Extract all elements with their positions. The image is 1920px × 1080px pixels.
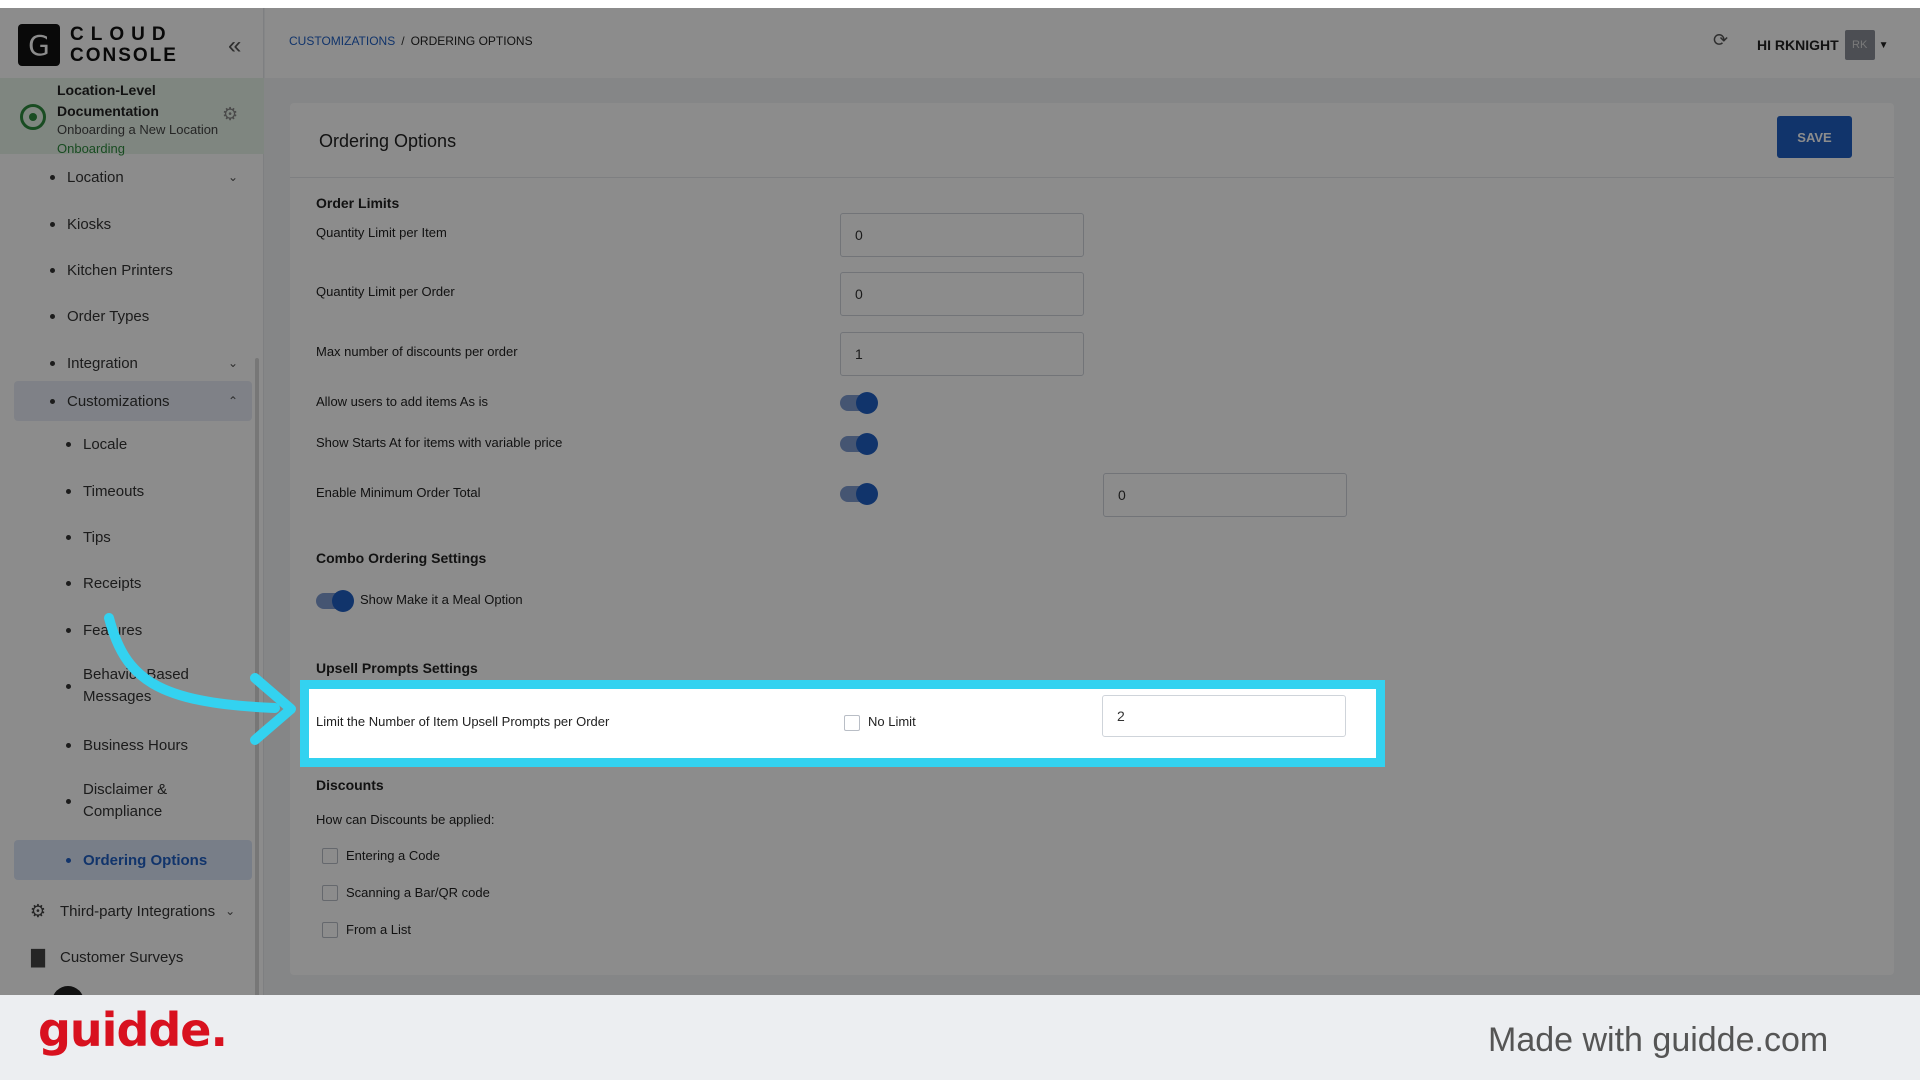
min-total-label: Enable Minimum Order Total — [316, 485, 481, 500]
discount-scan-label: Scanning a Bar/QR code — [346, 885, 490, 900]
top-header: CUSTOMIZATIONS / ORDERING OPTIONS ⟳ HI R… — [265, 8, 1920, 78]
divider — [290, 177, 1894, 178]
avatar[interactable] — [52, 986, 84, 995]
chevron-down-icon: ⌄ — [227, 356, 238, 370]
max-discounts-input[interactable] — [840, 332, 1084, 376]
logo-line-1: CLOUD — [70, 24, 173, 45]
sidebar: G CLOUD CONSOLE « Location-Level Documen… — [0, 8, 264, 995]
location-subtitle: Onboarding a New Location — [57, 122, 219, 137]
app-window: G CLOUD CONSOLE « Location-Level Documen… — [0, 8, 1920, 995]
sidebar-subitem-disclaimer[interactable]: Disclaimer & Compliance — [14, 775, 252, 827]
sidebar-subitem-features[interactable]: Features — [14, 610, 252, 650]
top-strip — [0, 0, 1920, 8]
breadcrumb: CUSTOMIZATIONS / ORDERING OPTIONS — [289, 34, 533, 48]
sidebar-subitem-locale[interactable]: Locale — [14, 424, 252, 464]
discount-list-label: From a List — [346, 922, 412, 937]
sidebar-item-third-party[interactable]: ⚙ Third-party Integrations ⌄ — [28, 896, 235, 926]
guidde-logo: guidde. — [38, 1003, 228, 1057]
logo[interactable]: G CLOUD CONSOLE — [18, 24, 178, 66]
discount-code-checkbox[interactable] — [322, 848, 338, 864]
save-button[interactable]: SAVE — [1777, 116, 1852, 158]
no-limit-checkbox[interactable] — [844, 715, 860, 731]
qty-item-input[interactable] — [840, 213, 1084, 257]
allow-as-is-label: Allow users to add items As is — [316, 394, 488, 409]
discounts-question: How can Discounts be applied: — [316, 812, 495, 827]
sidebar-item-order-types[interactable]: Order Types — [14, 296, 252, 336]
logo-line-2: CONSOLE — [70, 45, 178, 66]
upsell-limit-input[interactable] — [1102, 695, 1346, 737]
qty-order-label: Quantity Limit per Order — [316, 284, 455, 299]
sidebar-item-customer-surveys[interactable]: ▇ Customer Surveys — [28, 942, 183, 972]
upsell-limit-label: Limit the Number of Item Upsell Prompts … — [316, 714, 610, 729]
sidebar-subitem-behavior-messages[interactable]: Behavior Based Messages — [14, 660, 252, 712]
qty-item-label: Quantity Limit per Item — [316, 225, 447, 240]
footer-bar: guidde. Made with guidde.com — [0, 995, 1920, 1080]
sidebar-subitem-timeouts[interactable]: Timeouts — [14, 471, 252, 511]
chevron-up-icon: ⌃ — [227, 394, 238, 408]
sidebar-item-integration[interactable]: Integration ⌄ — [14, 343, 252, 383]
sidebar-item-kitchen-printers[interactable]: Kitchen Printers — [14, 250, 252, 290]
allow-as-is-toggle[interactable] — [840, 392, 878, 414]
made-with-text: Made with guidde.com — [1488, 1021, 1829, 1059]
breadcrumb-customizations[interactable]: CUSTOMIZATIONS — [289, 34, 395, 48]
ordering-options-card: Ordering Options SAVE Order Limits Quant… — [290, 103, 1894, 975]
max-discounts-label: Max number of discounts per order — [316, 344, 518, 359]
refresh-icon[interactable]: ⟳ — [1713, 30, 1728, 51]
section-discounts: Discounts — [316, 777, 384, 793]
location-status: Onboarding — [57, 141, 125, 156]
sidebar-subitem-receipts[interactable]: Receipts — [14, 563, 252, 603]
sidebar-item-kiosks[interactable]: Kiosks — [14, 204, 252, 244]
section-combo: Combo Ordering Settings — [316, 550, 487, 566]
sidebar-scrollbar[interactable] — [255, 358, 259, 995]
sidebar-subitem-tips[interactable]: Tips — [14, 517, 252, 557]
chevron-down-icon: ⌄ — [225, 904, 236, 918]
avatar: RK — [1844, 30, 1875, 60]
breadcrumb-current: ORDERING OPTIONS — [410, 34, 533, 48]
location-pin-icon — [20, 104, 46, 130]
briefcase-icon: ▇ — [31, 946, 45, 967]
sidebar-item-location[interactable]: Location ⌄ — [14, 157, 252, 197]
location-settings-icon[interactable]: ⚙ — [222, 104, 238, 125]
user-menu[interactable]: HI RKNIGHT RK ▼ — [1757, 30, 1889, 60]
discount-list-checkbox[interactable] — [322, 922, 338, 938]
caret-down-icon: ▼ — [1878, 39, 1889, 51]
meal-option-label: Show Make it a Meal Option — [360, 592, 523, 607]
no-limit-label: No Limit — [868, 714, 916, 729]
gear-icon: ⚙ — [29, 900, 47, 921]
discount-code-label: Entering a Code — [346, 848, 440, 863]
min-total-input[interactable] — [1103, 473, 1347, 517]
sidebar-subitem-ordering-options[interactable]: Ordering Options — [14, 840, 252, 880]
user-greeting: HI RKNIGHT — [1757, 37, 1839, 53]
logo-mark: G — [18, 24, 60, 66]
sidebar-item-customizations[interactable]: Customizations ⌃ — [14, 381, 252, 421]
discount-scan-checkbox[interactable] — [322, 885, 338, 901]
chevron-down-icon: ⌄ — [227, 170, 238, 184]
starts-at-label: Show Starts At for items with variable p… — [316, 435, 563, 450]
min-total-toggle[interactable] — [840, 483, 878, 505]
highlighted-upsell-row: Limit the Number of Item Upsell Prompts … — [300, 680, 1385, 767]
starts-at-toggle[interactable] — [840, 433, 878, 455]
section-order-limits: Order Limits — [316, 195, 400, 211]
qty-order-input[interactable] — [840, 272, 1084, 316]
sidebar-subitem-business-hours[interactable]: Business Hours — [14, 725, 252, 765]
page-title: Ordering Options — [319, 131, 457, 151]
location-name: Location-Level Documentation — [57, 82, 159, 119]
meal-option-toggle[interactable] — [316, 590, 354, 612]
location-card[interactable]: Location-Level Documentation Onboarding … — [0, 78, 264, 156]
collapse-sidebar-icon[interactable]: « — [228, 32, 241, 60]
section-upsell: Upsell Prompts Settings — [316, 660, 478, 676]
